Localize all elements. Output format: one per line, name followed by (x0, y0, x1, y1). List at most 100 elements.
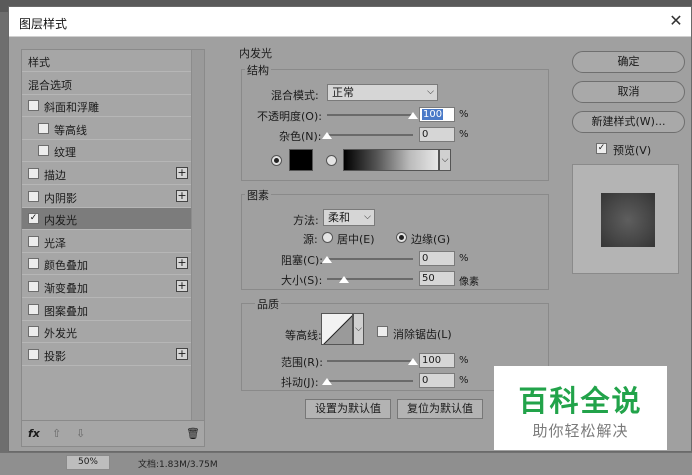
contour-preview[interactable] (321, 313, 353, 345)
style-preview (572, 164, 679, 274)
ok-button[interactable]: 确定 (572, 51, 685, 73)
style-checkbox[interactable] (28, 281, 39, 292)
opacity-input[interactable]: 100 (419, 107, 455, 122)
style-item-label: 等高线 (54, 123, 87, 137)
add-effect-icon[interactable]: + (176, 257, 188, 270)
antialias-checkbox[interactable] (377, 326, 388, 337)
structure-title: 结构 (245, 62, 271, 78)
style-item-label: 内发光 (44, 214, 77, 228)
choke-input[interactable]: 0 (419, 251, 455, 266)
styles-list-item[interactable]: 等高线 (22, 118, 192, 140)
style-item-label: 光泽 (44, 236, 66, 250)
noise-slider[interactable] (322, 132, 413, 139)
opacity-slider-knob[interactable] (408, 112, 418, 119)
style-checkbox[interactable] (38, 145, 49, 157)
gradient-swatch[interactable] (343, 149, 439, 171)
jitter-slider[interactable] (322, 378, 413, 385)
chevron-down-icon: ⌵ (427, 87, 434, 97)
source-center-radio[interactable] (322, 232, 333, 243)
new-style-button[interactable]: 新建样式(W)... (572, 111, 685, 133)
method-value: 柔和 (328, 211, 350, 224)
opacity-slider[interactable] (327, 112, 418, 119)
styles-list-item[interactable]: 混合选项 (22, 73, 192, 95)
style-checkbox[interactable] (28, 258, 39, 270)
styles-list-scrollbar[interactable] (191, 50, 204, 420)
trash-icon[interactable]: 🗑 (186, 427, 200, 440)
add-effect-icon[interactable]: + (176, 347, 188, 360)
color-swatch[interactable] (289, 149, 313, 171)
size-slider-knob[interactable] (339, 276, 350, 283)
gradient-dropdown-icon[interactable]: ⌵ (439, 149, 451, 171)
quality-title: 品质 (255, 296, 281, 312)
add-effect-icon[interactable]: + (176, 280, 188, 292)
preview-checkbox[interactable]: ✓ (596, 143, 607, 154)
range-unit: % (459, 355, 469, 366)
size-input[interactable]: 50 (419, 271, 455, 286)
style-item-label: 样式 (28, 56, 50, 69)
style-checkbox[interactable] (28, 100, 39, 112)
choke-slider-knob[interactable] (322, 256, 332, 263)
elements-title: 图素 (245, 187, 271, 203)
style-checkbox[interactable] (28, 348, 39, 360)
contour-label: 等高线: (285, 329, 322, 342)
style-checkbox[interactable]: ✓ (28, 213, 39, 225)
styles-list-item[interactable]: 纹理 (22, 140, 192, 163)
source-edge-label: 边缘(G) (411, 233, 451, 246)
zoom-field[interactable]: 50% (66, 455, 110, 470)
preview-thumbnail (601, 193, 655, 247)
range-label: 范围(R): (281, 356, 323, 369)
blend-mode-select[interactable]: 正常 ⌵ (327, 84, 438, 101)
noise-input[interactable]: 0 (419, 127, 455, 142)
style-checkbox[interactable] (28, 303, 39, 315)
cancel-button[interactable]: 取消 (572, 81, 685, 103)
add-effect-icon[interactable]: + (176, 189, 188, 202)
size-label: 大小(S): (281, 274, 323, 287)
reset-default-button[interactable]: 复位为默认值 (397, 399, 483, 419)
fx-icon[interactable]: fx (28, 427, 40, 440)
styles-list-item[interactable]: 光泽 (22, 231, 192, 253)
close-icon[interactable]: ✕ (665, 11, 687, 33)
style-checkbox[interactable] (28, 326, 39, 338)
styles-list-item[interactable]: 样式 (22, 50, 192, 72)
gradient-radio[interactable] (326, 155, 337, 166)
styles-list-item[interactable]: 图案叠加 (22, 299, 192, 321)
method-select[interactable]: 柔和 ⌵ (323, 209, 375, 226)
source-edge-radio[interactable] (396, 232, 407, 243)
antialias-label: 消除锯齿(L) (393, 328, 452, 341)
styles-list-item[interactable]: 颜色叠加 + (22, 253, 192, 276)
style-checkbox[interactable] (38, 122, 49, 134)
range-slider[interactable] (327, 358, 418, 365)
style-item-label: 斜面和浮雕 (44, 101, 99, 115)
add-effect-icon[interactable]: + (176, 167, 188, 179)
move-down-icon[interactable]: ⇩ (76, 427, 85, 440)
contour-dropdown-icon[interactable]: ⌵ (353, 313, 364, 345)
method-label: 方法: (293, 214, 319, 227)
range-slider-knob[interactable] (408, 358, 418, 365)
choke-slider[interactable] (322, 256, 413, 263)
make-default-button[interactable]: 设置为默认值 (305, 399, 391, 419)
styles-list-item[interactable]: 描边 + (22, 163, 192, 185)
style-item-label: 外发光 (44, 327, 77, 341)
styles-list: 样式混合选项斜面和浮雕等高线纹理 描边 + 内阴影 + ✓ 内发光光泽颜色叠加 + 渐变叠加 + 图… (21, 49, 205, 447)
styles-list-item[interactable]: ✓ 内发光 (22, 208, 192, 231)
panel-title: 内发光 (237, 45, 274, 61)
jitter-input[interactable]: 0 (419, 373, 455, 388)
noise-slider-knob[interactable] (322, 132, 332, 139)
style-item-label: 颜色叠加 (44, 259, 88, 273)
color-radio[interactable] (271, 155, 282, 166)
jitter-slider-knob[interactable] (322, 378, 332, 385)
size-slider[interactable] (327, 276, 413, 283)
range-input[interactable]: 100 (419, 353, 455, 368)
style-item-label: 渐变叠加 (44, 282, 88, 295)
style-checkbox[interactable] (28, 235, 39, 247)
watermark-main: 百科全说 (518, 384, 643, 418)
style-checkbox[interactable] (28, 190, 39, 202)
blend-mode-value: 正常 (332, 86, 354, 99)
move-up-icon[interactable]: ⇧ (52, 427, 61, 440)
styles-list-item[interactable]: 外发光 (22, 321, 192, 344)
style-checkbox[interactable] (28, 168, 39, 179)
styles-list-item[interactable]: 渐变叠加 + (22, 276, 192, 298)
styles-list-item[interactable]: 投影 + (22, 344, 192, 366)
styles-list-item[interactable]: 斜面和浮雕 (22, 95, 192, 118)
styles-list-item[interactable]: 内阴影 + (22, 186, 192, 208)
